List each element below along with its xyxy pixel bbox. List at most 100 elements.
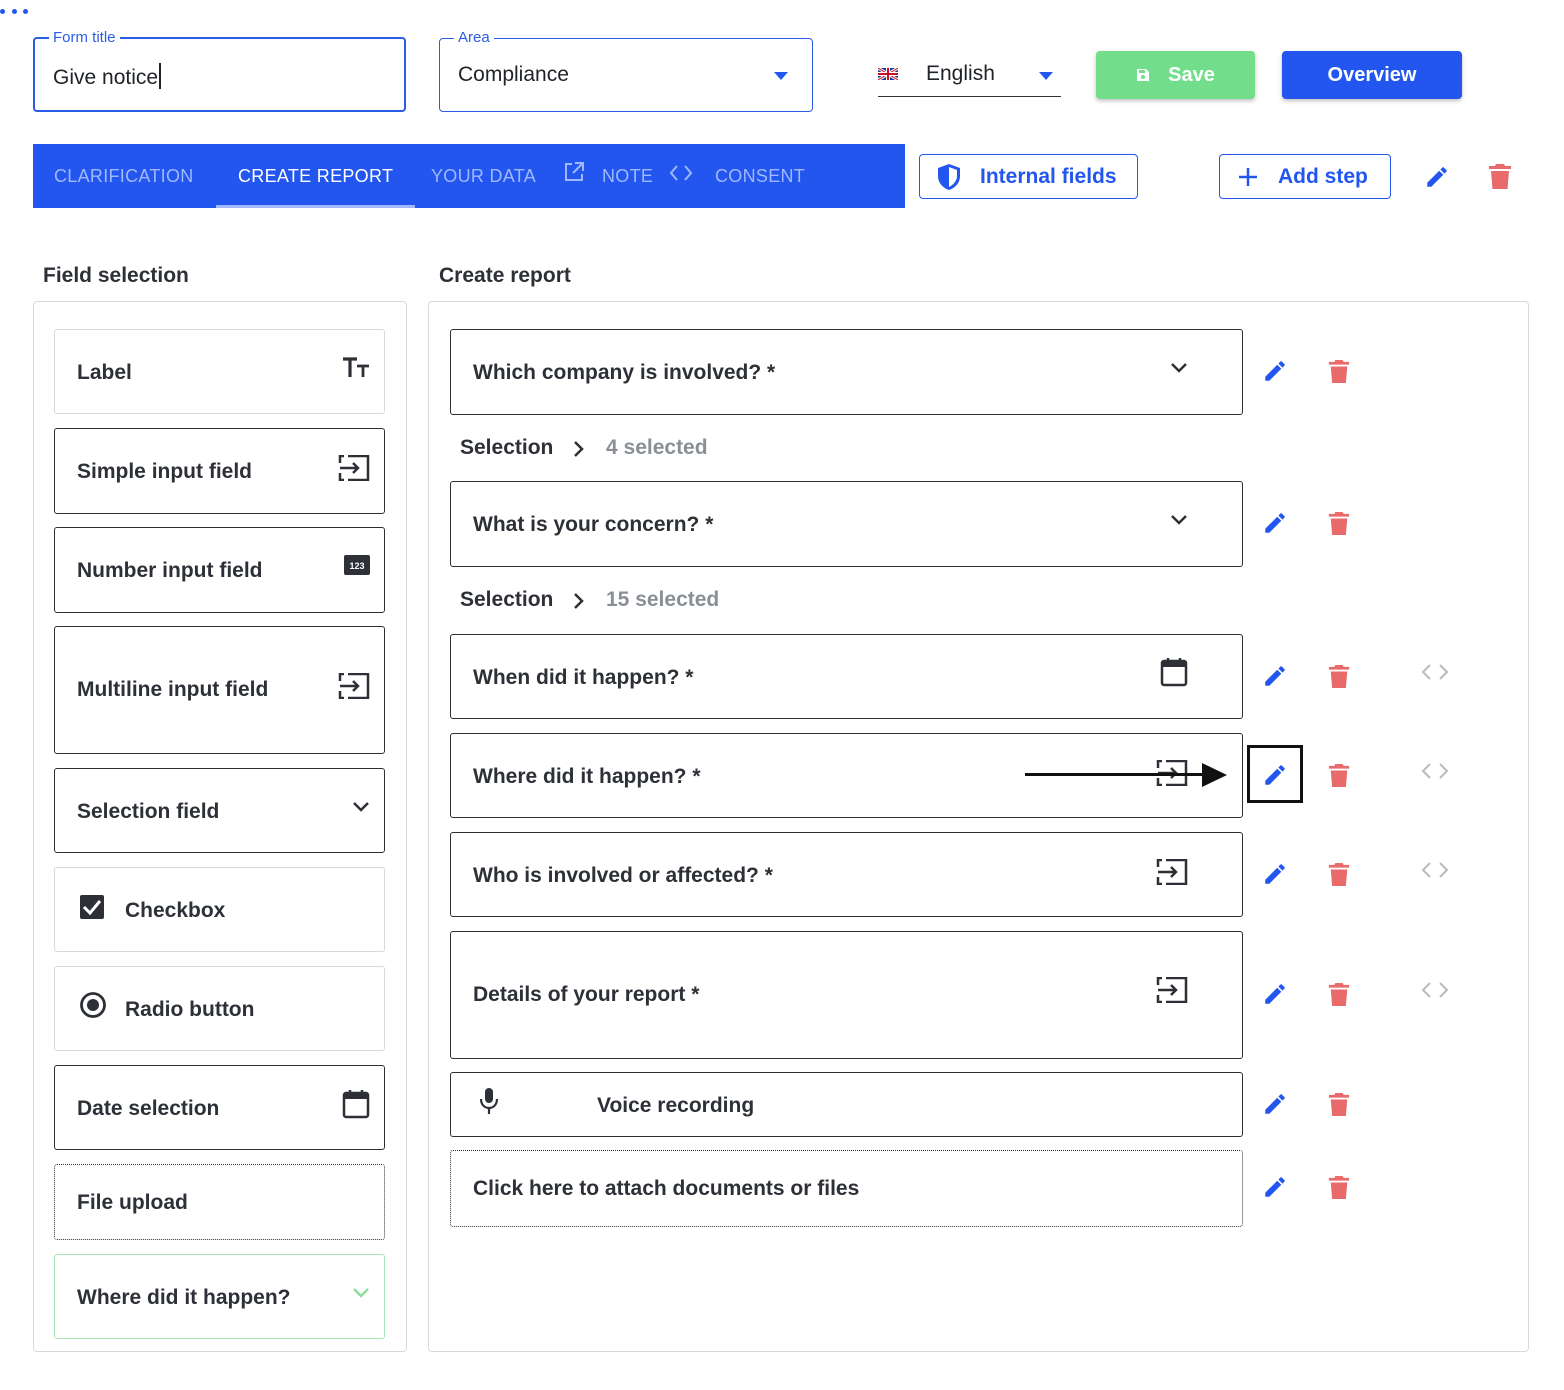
code-icon[interactable] — [1421, 663, 1449, 681]
delete-trash-icon[interactable] — [1328, 359, 1350, 384]
selection-count: 15 selected — [606, 588, 720, 611]
tab-consent[interactable]: Consent — [715, 144, 805, 208]
chevron-down-icon — [1171, 363, 1187, 373]
tab-note[interactable]: Note — [602, 144, 653, 208]
form-title-field[interactable]: Form title Give notice — [33, 30, 406, 112]
edit-pencil-icon[interactable] — [1262, 981, 1288, 1007]
field-option-text: Simple input field — [77, 460, 253, 483]
plus-icon — [1239, 167, 1257, 186]
delete-trash-icon[interactable] — [1328, 1175, 1350, 1200]
selection-label: Selection — [460, 436, 554, 459]
area-select[interactable]: Area Compliance — [439, 30, 813, 112]
edit-step-pencil-icon[interactable] — [1424, 164, 1450, 190]
text-size-icon — [343, 357, 369, 377]
add-step-button[interactable]: Add step — [1219, 154, 1391, 199]
language-label: English — [926, 62, 995, 85]
form-title-value[interactable]: Give notice — [53, 63, 161, 90]
chevron-right-icon[interactable] — [572, 592, 586, 610]
internal-fields-button[interactable]: Internal fields — [919, 154, 1138, 199]
create-report-heading: Create report — [439, 264, 571, 287]
radio-selected-icon — [80, 992, 106, 1018]
selection-count: 4 selected — [606, 436, 708, 459]
edit-pencil-icon[interactable] — [1262, 510, 1288, 536]
tab-your-data[interactable]: Your data — [431, 144, 536, 208]
delete-trash-icon[interactable] — [1328, 511, 1350, 536]
input-icon — [1156, 977, 1188, 1003]
field-option-text: Multiline input field — [77, 678, 269, 701]
language-select[interactable]: English — [878, 52, 1061, 97]
field-option-multiline-input[interactable]: Multiline input field — [54, 626, 385, 754]
field-option-label[interactable]: Label — [54, 329, 385, 414]
delete-trash-icon[interactable] — [1328, 664, 1350, 689]
area-value: Compliance — [458, 63, 569, 86]
delete-trash-icon[interactable] — [1328, 763, 1350, 788]
form-title-legend: Form title — [49, 30, 120, 46]
report-field-when[interactable]: When did it happen? * — [450, 634, 1243, 719]
report-field-who[interactable]: Who is involved or affected? * — [450, 832, 1243, 917]
report-field-label: Click here to attach documents or files — [473, 1177, 860, 1200]
delete-trash-icon[interactable] — [1328, 982, 1350, 1007]
shield-icon — [938, 163, 960, 190]
delete-trash-icon[interactable] — [1328, 862, 1350, 887]
chevron-right-icon[interactable] — [572, 440, 586, 458]
field-option-text: Checkbox — [125, 899, 226, 922]
caret-down-icon — [774, 72, 788, 80]
edit-pencil-icon[interactable] — [1262, 663, 1288, 689]
internal-fields-label: Internal fields — [980, 164, 1117, 188]
edit-pencil-icon[interactable] — [1262, 1174, 1288, 1200]
field-option-number-input[interactable]: Number input field 123 — [54, 527, 385, 613]
save-label: Save — [1168, 63, 1215, 86]
code-icon[interactable] — [1421, 981, 1449, 999]
report-field-voice-recording[interactable]: Voice recording — [450, 1072, 1243, 1137]
floppy-disk-icon — [1137, 69, 1150, 81]
input-icon — [338, 673, 370, 699]
report-field-label: Who is involved or affected? * — [473, 864, 773, 887]
calendar-icon — [1160, 658, 1188, 687]
tab-create-report[interactable]: Create report — [215, 144, 416, 208]
field-option-where-did-it-happen[interactable]: Where did it happen? — [54, 1254, 385, 1339]
step-tabs: Clarification Create report Your data No… — [33, 144, 905, 208]
report-field-label: Where did it happen? * — [473, 765, 701, 788]
code-icon[interactable] — [1421, 762, 1449, 780]
save-button[interactable]: Save — [1096, 51, 1255, 99]
selection-label: Selection — [460, 588, 554, 611]
uk-flag-icon — [878, 68, 898, 80]
field-option-text: Label — [77, 361, 132, 384]
edit-pencil-icon[interactable] — [1262, 762, 1288, 788]
field-option-selection[interactable]: Selection field — [54, 768, 385, 853]
code-icon[interactable] — [669, 164, 693, 182]
field-option-text: Number input field — [77, 559, 263, 582]
report-field-label: When did it happen? * — [473, 666, 694, 689]
field-option-text: Selection field — [77, 800, 220, 823]
report-field-company[interactable]: Which company is involved? * — [450, 329, 1243, 415]
field-option-simple-input[interactable]: Simple input field — [54, 428, 385, 514]
input-icon — [1156, 859, 1188, 885]
delete-trash-icon[interactable] — [1328, 1092, 1350, 1117]
open-external-icon[interactable] — [563, 161, 585, 183]
report-field-details[interactable]: Details of your report * — [450, 931, 1243, 1059]
tab-clarification[interactable]: Clarification — [54, 144, 194, 208]
field-option-file-upload[interactable]: File upload — [54, 1164, 385, 1240]
report-field-attach-files[interactable]: Click here to attach documents or files — [450, 1150, 1243, 1227]
edit-pencil-icon[interactable] — [1262, 861, 1288, 887]
report-field-label: What is your concern? * — [473, 513, 714, 536]
code-icon[interactable] — [1421, 861, 1449, 879]
more-options-icon[interactable] — [0, 0, 28, 22]
report-field-concern[interactable]: What is your concern? * — [450, 481, 1243, 567]
field-selection-heading: Field selection — [43, 264, 189, 287]
edit-pencil-icon[interactable] — [1262, 358, 1288, 384]
field-option-checkbox[interactable]: Checkbox — [54, 867, 385, 952]
chevron-down-icon — [1171, 515, 1187, 525]
edit-pencil-icon[interactable] — [1262, 1091, 1288, 1117]
svg-text:123: 123 — [349, 561, 364, 571]
field-option-date[interactable]: Date selection — [54, 1065, 385, 1150]
field-option-radio[interactable]: Radio button — [54, 966, 385, 1051]
area-legend: Area — [454, 30, 494, 46]
overview-label: Overview — [1327, 63, 1417, 86]
chevron-down-icon — [353, 802, 369, 812]
delete-step-trash-icon[interactable] — [1488, 163, 1512, 190]
input-icon — [338, 455, 370, 481]
annotation-arrow-head — [1202, 763, 1227, 787]
overview-button[interactable]: Overview — [1282, 51, 1462, 99]
field-option-text: Radio button — [125, 998, 255, 1021]
